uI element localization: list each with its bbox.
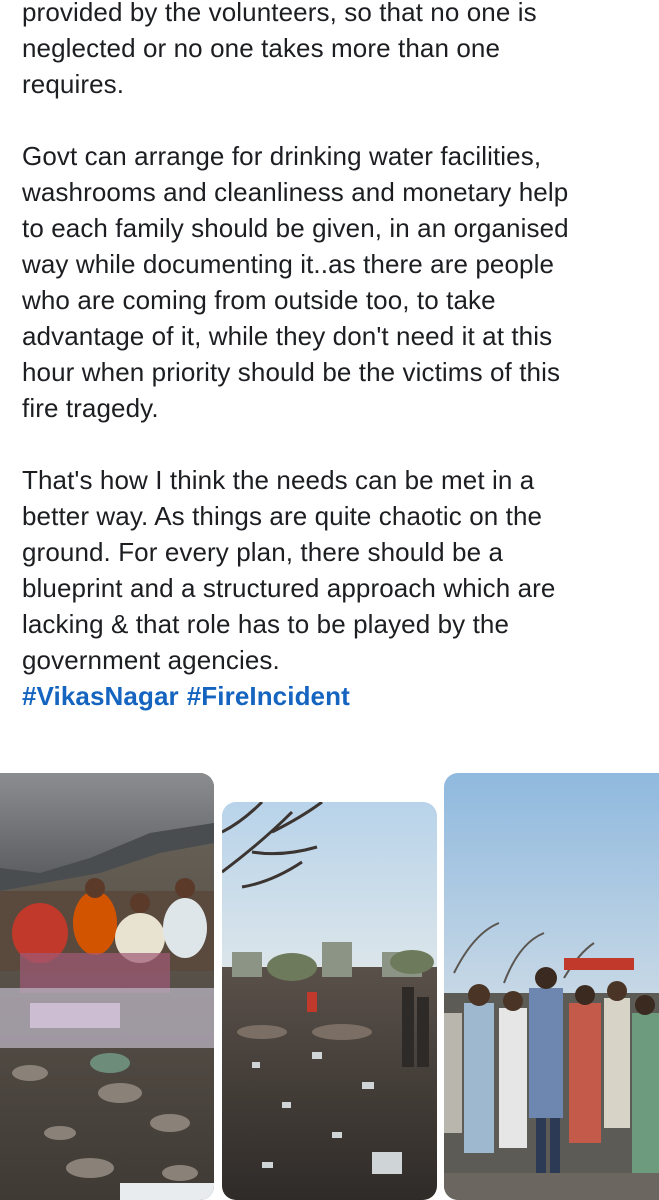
- post-paragraph: That's how I think the needs can be met …: [22, 465, 556, 675]
- post-photo-3[interactable]: [444, 773, 659, 1200]
- post-body: provided by the volunteers, so that no o…: [22, 0, 652, 714]
- hashtag-link-fireincident[interactable]: #FireIncident: [187, 681, 350, 711]
- post-paragraph: provided by the volunteers, so that no o…: [22, 0, 537, 99]
- crowd-at-fire-site-image: [444, 773, 659, 1200]
- burnt-site-debris-image: [222, 802, 437, 1200]
- post-photo-2[interactable]: [222, 802, 437, 1200]
- families-under-tarp-image: [0, 773, 214, 1200]
- hashtag-link-vikasnagar[interactable]: #VikasNagar: [22, 681, 179, 711]
- post-paragraph: Govt can arrange for drinking water faci…: [22, 141, 569, 423]
- hashtag-row: #VikasNagar #FireIncident: [22, 678, 652, 714]
- post-photo-1[interactable]: [0, 773, 214, 1200]
